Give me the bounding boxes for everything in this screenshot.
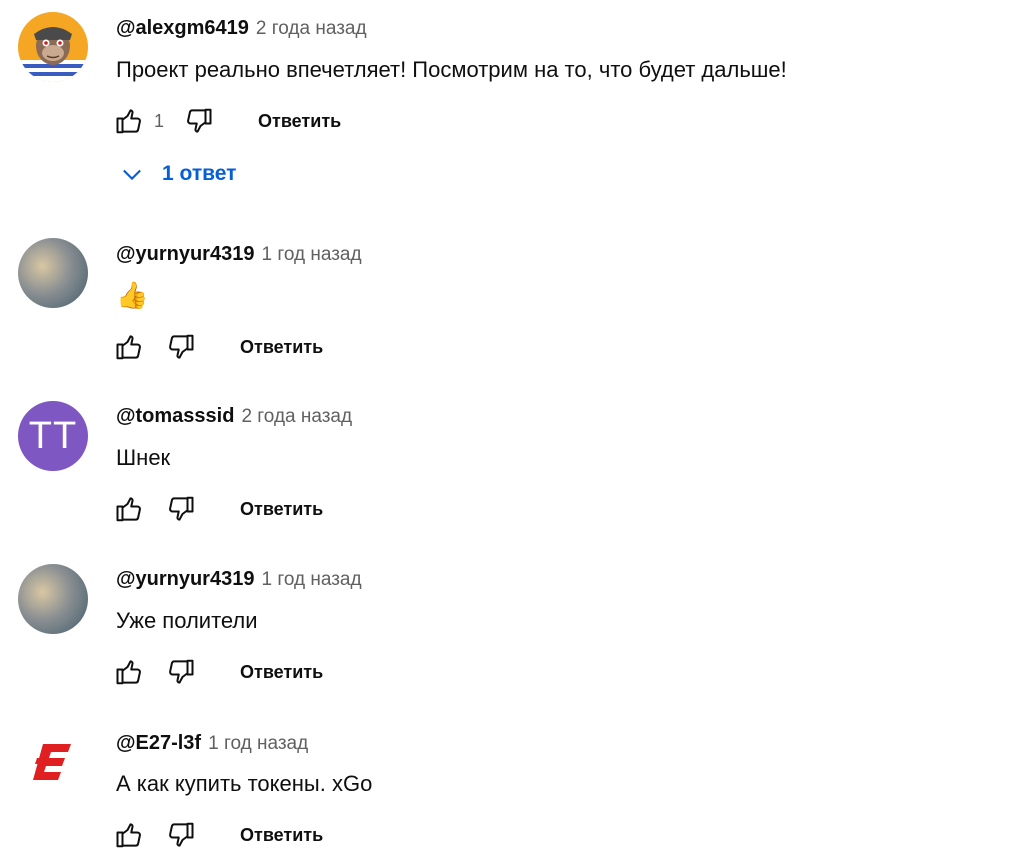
- like-count: 1: [154, 110, 165, 131]
- thumbs-up-icon: [116, 335, 141, 360]
- reply-button[interactable]: Ответить: [258, 111, 341, 132]
- dislike-button[interactable]: [160, 815, 200, 855]
- thumbs-down-icon: [169, 659, 194, 684]
- thumbs-up-icon: [116, 660, 141, 685]
- like-button[interactable]: [110, 652, 150, 692]
- replies-count-label: 1 ответ: [162, 162, 237, 185]
- dislike-button[interactable]: [160, 652, 200, 692]
- author-name[interactable]: @yurnyur4319: [116, 568, 254, 591]
- thumbs-up-icon: [116, 109, 141, 134]
- dislike-button[interactable]: [160, 327, 200, 367]
- thumbs-down-icon: [169, 334, 194, 359]
- chevron-down-icon: [123, 169, 141, 181]
- avatar[interactable]: ТТ: [18, 401, 88, 471]
- author-name[interactable]: @tomasssid: [116, 405, 234, 428]
- timestamp[interactable]: 1 год назад: [261, 244, 361, 266]
- thumbs-down-icon: [169, 496, 194, 521]
- comment-text: А как купить токены. xGo: [116, 771, 373, 796]
- ape-avatar-icon: [18, 27, 88, 82]
- comment-actions: Ответить: [110, 652, 323, 692]
- view-replies-button[interactable]: 1 ответ: [118, 160, 236, 188]
- thumbs-up-icon: [116, 497, 141, 522]
- comment-actions: Ответить: [110, 327, 323, 367]
- comment-text: Шнек: [116, 445, 171, 470]
- thumbs-up-icon: [116, 823, 141, 848]
- e-logo-icon: [33, 744, 71, 780]
- dislike-button[interactable]: [160, 489, 200, 529]
- like-button[interactable]: [110, 489, 150, 529]
- reply-button[interactable]: Ответить: [240, 499, 323, 520]
- reply-button[interactable]: Ответить: [240, 825, 323, 846]
- reply-button[interactable]: Ответить: [240, 662, 323, 683]
- comment-header: @yurnyur4319 1 год назад: [116, 568, 362, 591]
- comment-header: @E27-l3f 1 год назад: [116, 732, 308, 755]
- like-button[interactable]: [110, 815, 150, 855]
- comment-actions: Ответить: [110, 489, 323, 529]
- comment-header: @tomasssid 2 года назад: [116, 405, 352, 428]
- comment-header: @alexgm6419 2 года назад: [116, 17, 367, 40]
- dislike-button[interactable]: [178, 101, 218, 141]
- comment-header: @yurnyur4319 1 год назад: [116, 243, 362, 266]
- thumbs-down-icon: [169, 822, 194, 847]
- avatar[interactable]: [18, 727, 88, 797]
- author-name[interactable]: @yurnyur4319: [116, 243, 254, 266]
- timestamp[interactable]: 2 года назад: [256, 18, 367, 40]
- like-button[interactable]: [110, 327, 150, 367]
- avatar[interactable]: [18, 12, 88, 82]
- reply-button[interactable]: Ответить: [240, 337, 323, 358]
- author-name[interactable]: @E27-l3f: [116, 732, 201, 755]
- comment-text: Уже полители: [116, 608, 258, 633]
- comment-text: Проект реально впечетляет! Посмотрим на …: [116, 57, 787, 82]
- timestamp[interactable]: 1 год назад: [208, 733, 308, 755]
- author-name[interactable]: @alexgm6419: [116, 17, 249, 40]
- avatar[interactable]: [18, 564, 88, 634]
- timestamp[interactable]: 2 года назад: [241, 406, 352, 428]
- avatar-letters: ТТ: [28, 414, 78, 457]
- like-button[interactable]: [110, 101, 150, 141]
- thumbs-down-icon: [187, 108, 212, 133]
- comment-text: 👍: [116, 280, 149, 310]
- avatar[interactable]: [18, 238, 88, 308]
- comment-actions: 1 Ответить: [110, 101, 341, 141]
- comment-actions: Ответить: [110, 815, 323, 855]
- timestamp[interactable]: 1 год назад: [261, 569, 361, 591]
